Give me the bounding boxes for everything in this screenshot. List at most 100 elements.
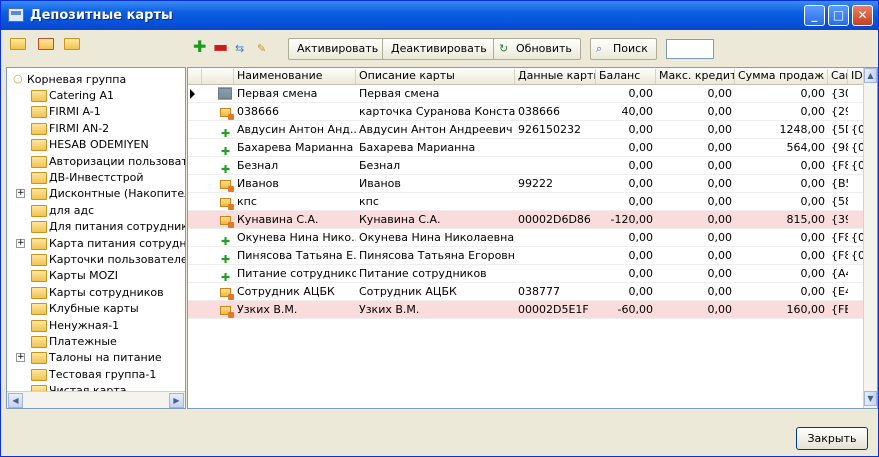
cell-sales: 0,00	[800, 177, 826, 190]
grid-header: Наименование Описание карты Данные карты Ба…	[188, 68, 864, 85]
maximize-button[interactable]: □	[828, 5, 849, 26]
table-row[interactable]: кпс кпс 0,00 0,00 0,00 {58...	[188, 193, 864, 211]
column-header[interactable]: Макс. кредит	[656, 69, 735, 84]
cell-balance: 0,00	[628, 159, 654, 172]
table-row[interactable]: ✚ Авдусин Антон Анд... Авдусин Антон Андре…	[188, 121, 864, 140]
expand-icon[interactable]: +	[16, 189, 25, 199]
cell-cardid: {B5...	[831, 177, 848, 190]
cell-data	[515, 249, 596, 264]
column-header[interactable]: Баланс	[596, 69, 656, 84]
cell-name: Питание сотрудников	[237, 267, 356, 280]
search-input[interactable]	[666, 39, 714, 59]
tree-item-label: Дисконтные (Накопител	[49, 187, 186, 201]
table-row[interactable]: Узких В.М. Узких В.М. 00002D5E1F -60,00 0,00…	[188, 301, 864, 319]
cell-cardid: {F8...	[831, 231, 848, 244]
folder-icon	[31, 188, 47, 203]
cell-credit: 0,00	[707, 267, 733, 280]
delete-group-button[interactable]	[38, 38, 58, 56]
cell-balance: 0,00	[628, 141, 654, 154]
tree-item-label: ДВ-Инвестстрой	[49, 171, 144, 184]
refresh-button[interactable]: ↻ Обновить	[493, 38, 581, 60]
tree-horizontal-scrollbar[interactable]: ◀ ▶	[7, 391, 185, 408]
cell-cardid: {FE...	[831, 303, 848, 316]
cell-credit: 0,00	[707, 123, 733, 136]
cell-desc: Окунева Нина Николаевна	[359, 231, 515, 244]
close-window-button[interactable]: ✕	[852, 5, 873, 26]
column-header[interactable]: Наименование	[234, 69, 356, 84]
tree-item-label: Клубные карты	[49, 302, 139, 316]
table-row[interactable]: ✚ Питание сотрудников Питание сотрудников 0…	[188, 265, 864, 284]
group-tree[interactable]: ○ Корневая группа Catering A1 FIRMI A-1 FIRM…	[6, 67, 186, 409]
tree-item-label: Для питания сотруднико	[49, 220, 186, 234]
table-row[interactable]: Сотрудник АЦБК Сотрудник АЦБК 038777 0,00 0,…	[188, 283, 864, 301]
folder-icon	[31, 139, 47, 154]
tree-item-label: Тестовая группа-1	[49, 367, 157, 381]
maximize-icon: □	[832, 8, 845, 22]
grid-vertical-scrollbar[interactable]: ▲ ▼	[863, 68, 877, 408]
window-title: Депозитные карты	[30, 8, 173, 23]
cell-cardid: {30...	[831, 87, 848, 100]
cards-grid[interactable]: Наименование Описание карты Данные карты Ба…	[187, 67, 878, 409]
table-row[interactable]: Иванов Иванов 99222 0,00 0,00 0,00 {B5...	[188, 175, 864, 193]
scroll-down-icon[interactable]: ▼	[864, 391, 877, 406]
cell-sales: 0,00	[800, 267, 826, 280]
cell-name: Бахарева Марианна	[237, 141, 354, 154]
card-icon	[218, 286, 234, 300]
table-row[interactable]: ✚ Пинясова Татьяна Е... Пинясова Татьяна Е…	[188, 247, 864, 266]
table-row[interactable]: ✚ Безнал Безнал 0,00 0,00 0,00 {F8...{0...	[188, 157, 864, 176]
column-header[interactable]: Данные карты	[515, 69, 596, 84]
search-button[interactable]: ⌕ Поиск	[590, 38, 657, 60]
folder-icon	[31, 254, 47, 269]
cell-data	[515, 159, 596, 174]
minimize-button[interactable]: _	[804, 5, 825, 26]
cell-data: 00002D5E1F	[518, 303, 589, 316]
folder-icon	[31, 155, 47, 171]
cell-credit: 0,00	[707, 249, 733, 262]
cell-desc: Бахарева Марианна	[359, 141, 476, 154]
cell-sales: 564,00	[786, 141, 826, 154]
edit-folder-icon	[64, 38, 80, 50]
column-header[interactable]: CardID	[828, 69, 848, 84]
scroll-up-icon[interactable]: ▲	[864, 68, 877, 83]
scroll-left-icon[interactable]: ◀	[8, 393, 23, 408]
column-header[interactable]: Описание карты	[356, 69, 515, 84]
cell-cardid: {5D...	[831, 123, 848, 136]
expand-icon[interactable]: +	[16, 353, 25, 363]
cell-balance: 0,00	[628, 267, 654, 280]
cell-sales: 0,00	[800, 249, 826, 262]
column-header[interactable]: ID м	[848, 69, 864, 84]
table-row[interactable]: 038666 карточка Суранова Конста... 038666 4…	[188, 103, 864, 121]
scroll-right-icon[interactable]: ▶	[169, 393, 184, 408]
tree-item-label: Карта питания сотрудни	[49, 236, 186, 250]
add-group-button[interactable]	[10, 38, 30, 56]
active-card-icon: ✚	[221, 163, 231, 176]
activate-button[interactable]: Активировать	[288, 38, 388, 60]
active-card-icon: ✚	[221, 271, 231, 284]
table-row[interactable]: Кунавина С.А. Кунавина С.А. 00002D6D86 -120…	[188, 211, 864, 229]
cell-desc: Кунавина С.А.	[359, 213, 441, 226]
cell-data: 038777	[518, 285, 560, 298]
move-card-button[interactable]: ⇆	[230, 38, 249, 60]
table-row[interactable]: ✚ Бахарева Марианна Бахарева Марианна 0,00 0…	[188, 139, 864, 158]
tree-item-label: Карты сотрудников	[49, 285, 164, 299]
column-header[interactable]: Сумма продаж	[735, 69, 828, 84]
cell-credit: 0,00	[707, 303, 733, 316]
cell-desc: Авдусин Антон Андреевич	[359, 123, 513, 136]
search-icon: ⌕	[596, 42, 603, 55]
cell-id: {0...	[851, 159, 864, 172]
close-button[interactable]: Закрыть	[796, 427, 868, 450]
folder-icon	[31, 319, 47, 335]
table-row[interactable]: ✚ Окунева Нина Нико... Окунева Нина Никола…	[188, 229, 864, 248]
cell-id	[848, 177, 864, 192]
table-row[interactable]: Первая смена Первая смена 0,00 0,00 0,00 {30.…	[188, 85, 864, 103]
expand-icon[interactable]: +	[16, 238, 25, 248]
cell-id	[848, 105, 864, 120]
folder-icon	[31, 303, 47, 318]
edit-card-button[interactable]: ✎	[252, 38, 271, 60]
root-icon: ○	[13, 72, 23, 85]
edit-group-button[interactable]	[64, 38, 84, 56]
deactivate-button[interactable]: Деактивировать	[382, 38, 496, 60]
title-bar[interactable]: Депозитные карты _ □ ✕	[1, 1, 878, 30]
cell-credit: 0,00	[707, 159, 733, 172]
cell-credit: 0,00	[707, 231, 733, 244]
